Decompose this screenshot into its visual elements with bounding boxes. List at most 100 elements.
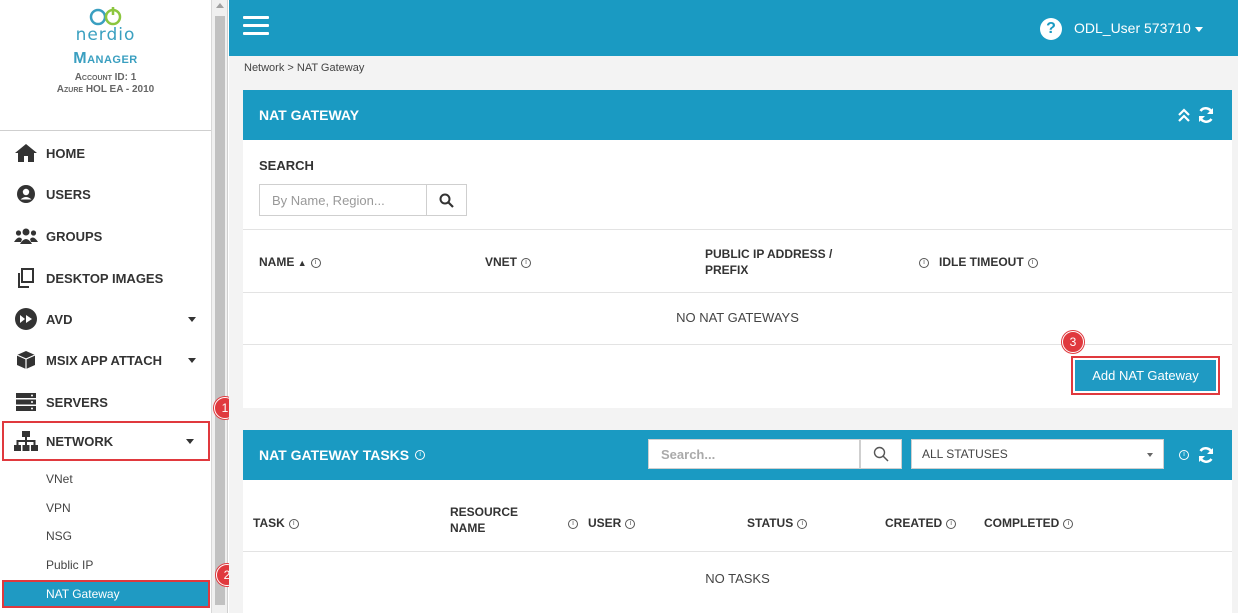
info-icon[interactable]: i [415, 450, 426, 460]
column-label: VNET [485, 255, 518, 269]
column-header-idle-timeout: i IDLE TIMEOUT i [919, 254, 1038, 270]
search-placeholder: By Name, Region... [272, 193, 385, 208]
help-icon[interactable]: ? [1040, 18, 1062, 40]
sidebar-item-label: GROUPS [46, 228, 103, 244]
search-label: SEARCH [259, 158, 314, 173]
column-label: RESOURCE [450, 505, 519, 519]
sidebar-item-msix-app-attach[interactable]: MSIX APP ATTACH [0, 340, 211, 380]
column-header-user: i USER i [568, 515, 636, 531]
product-name: Manager [73, 50, 138, 67]
home-icon [12, 141, 40, 165]
copy-icon [12, 266, 40, 290]
column-header-name[interactable]: NAME ▲︎ i [259, 254, 321, 271]
sidebar-subitem-nat-gateway[interactable]: NAT Gateway [2, 580, 210, 608]
info-icon[interactable]: i [288, 518, 299, 529]
org-name: Azure HOL EA - 2010 [56, 84, 155, 95]
status-select[interactable]: ALL STATUSES [911, 439, 1164, 469]
avd-icon [12, 307, 40, 331]
tasks-search-button[interactable] [860, 439, 902, 469]
panel-header: NAT GATEWAY TASKS i Search... ALL STATUSE… [243, 430, 1232, 480]
chevron-down-icon [186, 439, 194, 444]
sidebar-item-label: MSIX APP ATTACH [46, 352, 163, 368]
info-icon[interactable]: i [1063, 518, 1074, 529]
column-label: IDLE TIMEOUT [939, 255, 1024, 269]
divider [243, 551, 1232, 552]
package-icon [12, 348, 40, 372]
search-icon [439, 193, 454, 208]
chevron-down-icon [1147, 453, 1153, 457]
empty-state: NO NAT GATEWAYS [676, 310, 799, 325]
scroll-thumb[interactable] [215, 16, 225, 605]
column-header-vnet: VNET i [485, 254, 532, 270]
search-input[interactable]: By Name, Region... [259, 184, 427, 216]
info-icon[interactable]: i [1179, 450, 1189, 460]
add-nat-gateway-button[interactable]: Add NAT Gateway [1075, 360, 1216, 391]
divider [243, 229, 1232, 230]
chevron-down-icon [188, 358, 196, 363]
sidebar-item-label: DESKTOP IMAGES [46, 270, 164, 286]
top-bar: ? ODL_User 573710 [229, 0, 1238, 56]
info-icon[interactable]: i [919, 257, 929, 268]
column-label: PUBLIC IP ADDRESS / [705, 247, 833, 261]
column-header-created: CREATED i [885, 515, 957, 531]
sidebar-subitem-vnet[interactable]: VNet [0, 465, 211, 493]
scroll-up-arrow-icon[interactable] [216, 3, 224, 8]
sidebar-item-desktop-images[interactable]: DESKTOP IMAGES [0, 258, 211, 298]
users-group-icon [12, 224, 40, 248]
sidebar: nerdio Manager Account ID: 1 Azure HOL E… [0, 0, 212, 613]
sidebar-item-label: AVD [46, 311, 73, 327]
sidebar-item-users[interactable]: USERS [0, 174, 211, 214]
sidebar-subitem-vpn[interactable]: VPN [0, 494, 211, 522]
sidebar-item-network[interactable]: NETWORK [2, 421, 210, 461]
info-icon[interactable]: i [625, 518, 636, 529]
sidebar-subitem-nsg[interactable]: NSG [0, 522, 211, 550]
divider [0, 130, 211, 131]
logo: nerdio Manager Account ID: 1 Azure HOL E… [0, 0, 211, 95]
sidebar-item-groups[interactable]: GROUPS [0, 216, 211, 256]
search-button[interactable] [426, 184, 467, 216]
tasks-search-input[interactable]: Search... [648, 439, 860, 469]
column-label: NAME [450, 521, 486, 535]
panel-title: NAT GATEWAY TASKS [259, 447, 410, 463]
column-header-completed: COMPLETED i [984, 515, 1074, 531]
hamburger-menu-icon[interactable] [243, 15, 271, 37]
user-icon [12, 182, 40, 206]
column-header-task: TASK i [253, 515, 299, 531]
user-menu[interactable]: ODL_User 573710 [1074, 20, 1203, 36]
collapse-chevrons-icon[interactable] [1177, 107, 1191, 123]
panel-header: NAT GATEWAY [243, 90, 1232, 140]
sidebar-item-home[interactable]: HOME [0, 133, 211, 173]
sidebar-item-servers[interactable]: SERVERS [0, 382, 211, 422]
column-label: PREFIX [705, 263, 749, 277]
info-icon[interactable]: i [568, 518, 578, 529]
sidebar-item-avd[interactable]: AVD [0, 299, 211, 339]
info-icon[interactable]: i [310, 257, 321, 268]
sidebar-item-label: HOME [46, 145, 85, 161]
server-icon [12, 390, 40, 414]
sidebar-item-label: USERS [46, 186, 91, 202]
status-select-value: ALL STATUSES [922, 447, 1008, 461]
nat-gateway-tasks-panel: NAT GATEWAY TASKS i Search... ALL STATUSE… [243, 430, 1232, 613]
info-icon[interactable]: i [521, 257, 532, 268]
refresh-icon[interactable] [1197, 106, 1215, 124]
info-icon[interactable]: i [1027, 257, 1038, 268]
main-content: Network > NAT Gateway NAT GATEWAY SEARCH… [229, 56, 1238, 613]
column-header-resource-name: RESOURCE NAME [450, 504, 518, 536]
sidebar-item-label: NETWORK [46, 433, 114, 449]
chevron-down-icon [1194, 26, 1203, 32]
empty-state: NO TASKS [705, 571, 770, 586]
sidebar-scrollbar[interactable] [212, 0, 228, 613]
sort-icon[interactable]: ▲︎ [298, 258, 307, 268]
panel-title: NAT GATEWAY [259, 107, 360, 123]
column-label: NAME [259, 255, 295, 269]
search-placeholder: Search... [661, 447, 716, 462]
column-label: CREATED [885, 516, 943, 530]
column-label: STATUS [747, 516, 794, 530]
info-icon[interactable]: i [797, 518, 808, 529]
sidebar-subitem-public-ip[interactable]: Public IP [0, 551, 211, 579]
refresh-icon[interactable] [1197, 446, 1215, 464]
nerdio-logo-icon [0, 6, 211, 26]
info-icon[interactable]: i [946, 518, 957, 529]
column-label: COMPLETED [984, 516, 1060, 530]
search-icon [873, 446, 889, 462]
